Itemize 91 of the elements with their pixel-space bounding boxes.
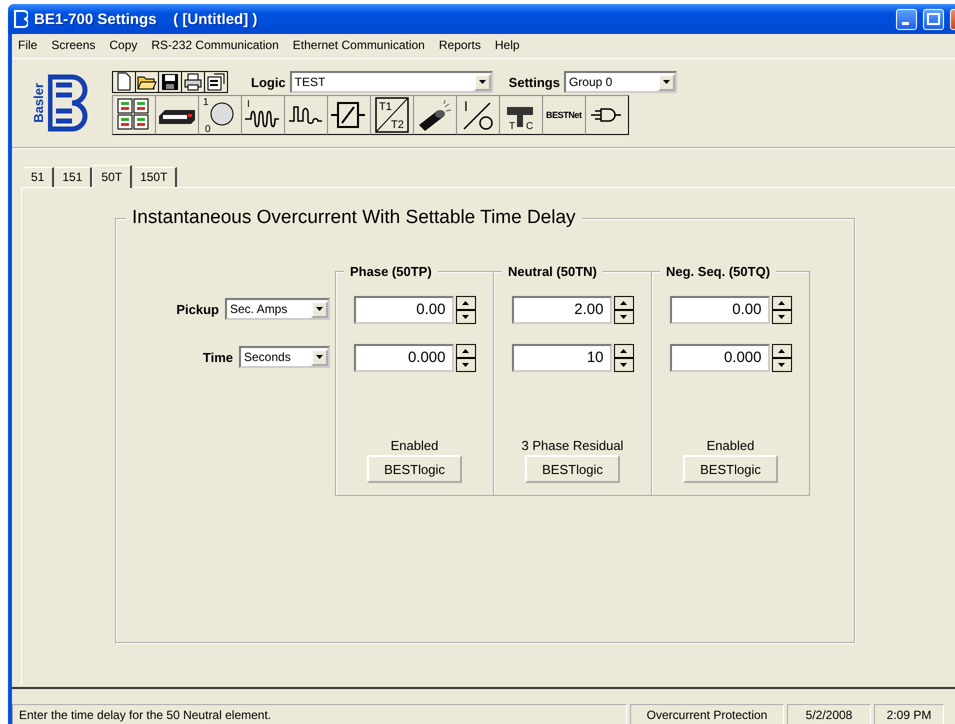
menu-item[interactable]: Ethernet Communication — [292, 38, 425, 54]
minimize-icon — [902, 22, 909, 24]
mode-text: Enabled — [390, 438, 438, 453]
spin-down-button[interactable] — [614, 358, 634, 372]
print-icon — [182, 71, 204, 93]
status-message: Enter the time delay for the 50 Neutral element. — [12, 704, 627, 724]
status-screen: Overcurrent Protection — [630, 704, 784, 724]
status-date: 5/2/2008 — [787, 704, 871, 724]
save-button[interactable] — [158, 71, 182, 93]
time-label: Time — [202, 350, 233, 364]
up-arrow-icon — [462, 301, 469, 305]
menu-item[interactable]: Reports — [438, 38, 481, 54]
status-time: 2:09 PM — [874, 704, 944, 724]
time-field[interactable]: 0.000 — [354, 344, 454, 372]
element-title: Neutral (50TN) — [502, 264, 603, 279]
pickup-unit-dropdown[interactable]: Sec. Amps — [225, 298, 330, 320]
down-arrow-icon — [778, 315, 785, 319]
dropdown-button[interactable] — [474, 74, 491, 90]
settings-label: Settings — [508, 74, 560, 90]
down-arrow-icon — [462, 363, 469, 367]
element-title: Phase (50TP) — [344, 264, 438, 279]
menu-item[interactable]: File — [18, 38, 38, 54]
spin-up-button[interactable] — [772, 344, 792, 358]
caret-icon — [316, 307, 323, 311]
new-button[interactable] — [112, 71, 136, 93]
spin-down-button[interactable] — [614, 310, 634, 324]
up-arrow-icon — [462, 349, 469, 353]
bestlogic-button[interactable]: BESTlogic — [367, 455, 462, 483]
group-title: Instantaneous Overcurrent With Settable Time Delay — [126, 207, 582, 229]
spin-up-button[interactable] — [772, 296, 792, 310]
spin-down-button[interactable] — [772, 358, 792, 372]
grid-tool-button[interactable] — [112, 95, 156, 135]
spin-down-button[interactable] — [456, 310, 476, 324]
mode-text: Enabled — [706, 438, 754, 453]
caret-icon — [662, 80, 670, 84]
properties-icon — [205, 71, 227, 93]
window-title: BE1-700 Settings ( [Untitled] ) — [34, 10, 258, 28]
spin-up-button[interactable] — [614, 344, 634, 358]
app-icon — [14, 10, 28, 28]
bestlogic-button[interactable]: BESTlogic — [683, 455, 778, 483]
element-title: Neg. Seq. (50TQ) — [660, 264, 776, 279]
pickup-label: Pickup — [176, 302, 219, 316]
logo: Basler — [22, 67, 96, 139]
maximize-button[interactable] — [923, 8, 944, 30]
save-icon — [159, 71, 181, 93]
pickup-field[interactable]: 0.00 — [670, 296, 770, 324]
down-arrow-icon — [620, 363, 627, 367]
dropdown-button[interactable] — [658, 74, 675, 90]
dropdown-button[interactable] — [311, 348, 328, 366]
settings-dropdown[interactable]: Group 0 — [564, 71, 677, 93]
print-button[interactable] — [181, 71, 205, 93]
tab[interactable]: 50T — [92, 165, 132, 188]
up-arrow-icon — [620, 301, 627, 305]
minimize-button[interactable] — [896, 8, 917, 30]
wave-tool-button[interactable] — [284, 95, 328, 135]
time-field[interactable]: 10 — [512, 344, 612, 372]
down-arrow-icon — [462, 315, 469, 319]
spin-up-button[interactable] — [614, 296, 634, 310]
menu-item[interactable]: Copy — [109, 38, 138, 54]
block-tool-button[interactable] — [327, 95, 371, 135]
logic-dropdown[interactable]: TEST — [290, 71, 493, 93]
bestlogic-button[interactable]: BESTlogic — [525, 455, 620, 483]
spin-down-button[interactable] — [772, 310, 792, 324]
down-arrow-icon — [620, 315, 627, 319]
caret-icon — [316, 355, 323, 359]
pickup-field[interactable]: 0.00 — [354, 296, 454, 324]
menu-item[interactable]: RS-232 Communication — [151, 38, 279, 54]
tab[interactable]: 150T — [132, 167, 178, 187]
spin-up-button[interactable] — [456, 296, 476, 310]
tab[interactable]: 151 — [54, 167, 92, 187]
up-arrow-icon — [620, 349, 627, 353]
pickup-field[interactable]: 2.00 — [512, 296, 612, 324]
menu-item[interactable]: Screens — [51, 38, 96, 54]
probe-tool-button[interactable] — [413, 95, 457, 135]
dropdown-button[interactable] — [311, 300, 328, 318]
plug-tool-button[interactable] — [585, 95, 629, 135]
up-arrow-icon — [778, 301, 785, 305]
spin-up-button[interactable] — [456, 344, 476, 358]
time-field[interactable]: 0.000 — [670, 344, 770, 372]
tab[interactable]: 51 — [23, 167, 54, 187]
up-arrow-icon — [778, 349, 785, 353]
caret-icon — [478, 80, 486, 84]
down-arrow-icon — [778, 363, 785, 367]
logic-label: Logic — [251, 74, 286, 90]
open-button[interactable] — [135, 71, 159, 93]
time-unit-dropdown[interactable]: Seconds — [239, 346, 330, 368]
menu-item[interactable]: Help — [494, 38, 520, 54]
spin-down-button[interactable] — [456, 358, 476, 372]
device-tool-button[interactable] — [155, 95, 199, 135]
mode-text: 3 Phase Residual — [522, 438, 624, 453]
properties-button[interactable] — [204, 71, 228, 93]
